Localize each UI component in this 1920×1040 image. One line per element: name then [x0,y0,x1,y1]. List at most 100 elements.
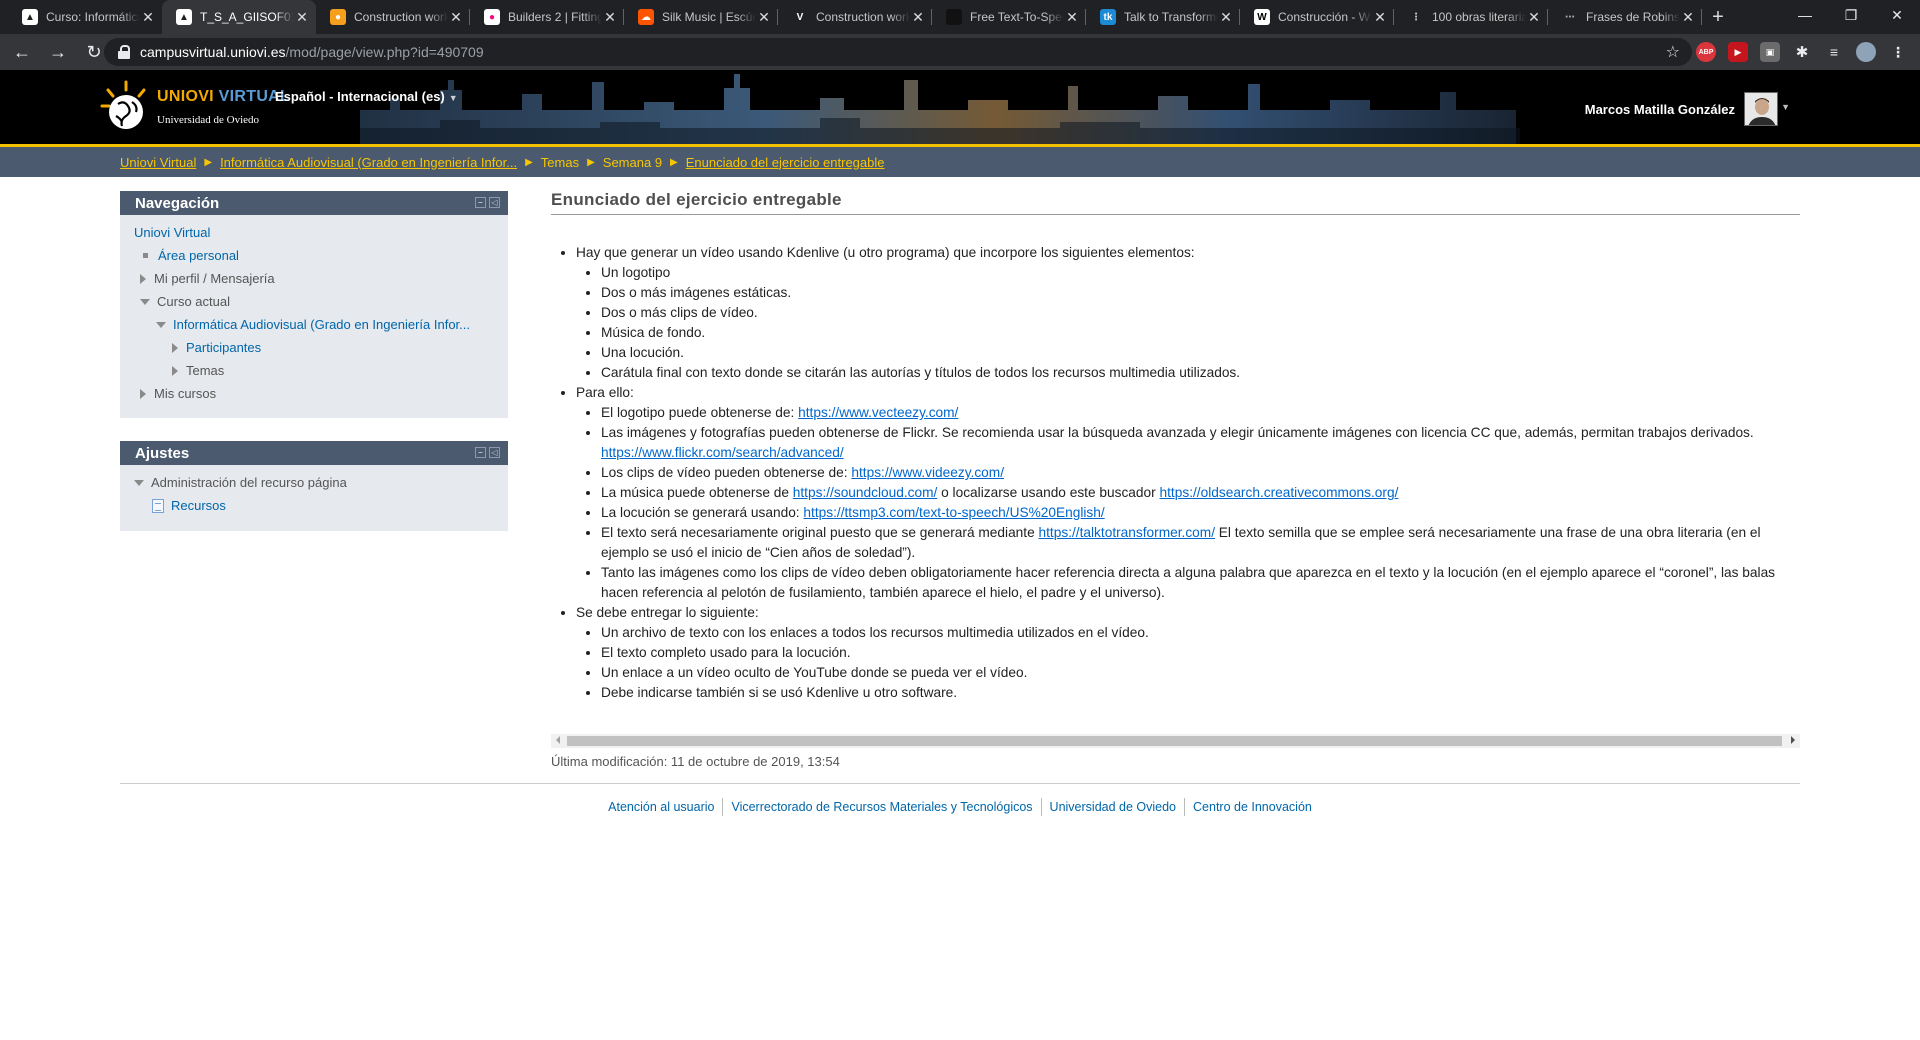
collapse-arrow-icon[interactable] [156,321,166,328]
close-tab-icon[interactable]: ✕ [756,9,772,25]
extension-red-icon[interactable]: ▶ [1728,42,1748,62]
ttsmp3-link[interactable]: https://ttsmp3.com/text-to-speech/US%20E… [803,505,1104,520]
collapse-block-icon[interactable]: ◁ [489,197,500,208]
footer-link[interactable]: Vicerrectorado de Recursos Materiales y … [722,798,1040,816]
close-tab-icon[interactable]: ✕ [140,9,156,25]
close-tab-icon[interactable]: ✕ [294,9,310,25]
nav-item-topics[interactable]: Temas [134,359,508,382]
scrollbar-thumb[interactable] [567,736,1782,746]
minimize-icon[interactable]: — [1782,0,1828,30]
lock-icon[interactable] [118,45,130,59]
footer-link[interactable]: Centro de Innovación [1184,798,1320,816]
footer-link[interactable]: Universidad de Oviedo [1040,798,1184,816]
nav-current-course-label: Curso actual [157,294,230,309]
close-window-icon[interactable]: ✕ [1874,0,1920,30]
browser-tab[interactable]: W Construcción - Wikipedia✕ [1240,0,1394,34]
nav-item-course[interactable]: Informática Audiovisual (Grado en Ingeni… [134,313,508,336]
user-menu-caret-icon[interactable]: ▼ [1781,102,1790,112]
new-tab-button[interactable]: + [1702,0,1734,34]
user-avatar[interactable] [1744,92,1778,126]
breadcrumb-topics[interactable]: Temas [541,155,579,170]
collapse-block-icon[interactable]: ◁ [489,447,500,458]
bookmark-star-icon[interactable]: ☆ [1666,42,1680,62]
adblock-icon[interactable]: ABP [1696,42,1716,62]
deliver-text: Se debe entregar lo siguiente: [576,605,759,620]
expand-arrow-icon[interactable] [140,273,146,284]
nav-item-participants[interactable]: Participantes [134,336,508,359]
nav-root-label[interactable]: Uniovi Virtual [134,225,210,240]
browser-tab[interactable]: V Construction workers✕ [778,0,932,34]
user-name[interactable]: Marcos Matilla González [1585,102,1735,117]
dock-block-icon[interactable]: – [475,447,486,458]
close-tab-icon[interactable]: ✕ [602,9,618,25]
breadcrumb-home[interactable]: Uniovi Virtual [120,155,196,170]
settings-resources-label[interactable]: Recursos [171,498,226,513]
browser-tab[interactable]: ⋮ 100 obras literarias ✕ [1394,0,1548,34]
address-bar[interactable]: campusvirtual.uniovi.es/mod/page/view.ph… [104,38,1692,66]
browser-tab[interactable]: ☁ Silk Music | Escúchalo✕ [624,0,778,34]
expand-arrow-icon[interactable] [172,365,178,376]
nav-item-my-courses[interactable]: Mis cursos [134,382,508,405]
browser-tab[interactable]: Free Text-To-Speech✕ [932,0,1086,34]
breadcrumb-week[interactable]: Semana 9 [603,155,662,170]
browser-tab[interactable]: ▲ T_S_A_GIISOF01-1✕ [162,0,316,34]
expand-arrow-icon[interactable] [140,388,146,399]
soundcloud-link[interactable]: https://soundcloud.com/ [793,485,938,500]
browser-tab[interactable]: tk Talk to Transformer ✕ [1086,0,1240,34]
expand-arrow-icon[interactable] [172,342,178,353]
nav-item-root[interactable]: Uniovi Virtual [134,221,508,244]
browser-tab[interactable]: ● Builders 2 | Fitting ✕ [470,0,624,34]
page-resource-icon [152,498,164,513]
browser-tab[interactable]: ● Construction workers✕ [316,0,470,34]
list-item: Para ello: El logotipo puede obtenerse d… [576,383,1800,603]
close-tab-icon[interactable]: ✕ [1218,9,1234,25]
close-tab-icon[interactable]: ✕ [1372,9,1388,25]
list-item: Los clips de vídeo pueden obtenerse de: … [601,463,1800,483]
close-tab-icon[interactable]: ✕ [448,9,464,25]
flickr-link[interactable]: https://www.flickr.com/search/advanced/ [601,445,844,460]
extensions-puzzle-icon[interactable]: ✱ [1792,42,1812,62]
restore-icon[interactable]: ❐ [1828,0,1874,30]
breadcrumb-course[interactable]: Informática Audiovisual (Grado en Ingeni… [220,155,517,170]
close-tab-icon[interactable]: ✕ [1680,9,1696,25]
list-item: Dos o más clips de vídeo. [601,303,1800,323]
forward-icon[interactable]: → [44,38,72,66]
browser-tab[interactable]: ⋯ Frases de Robinson✕ [1548,0,1702,34]
extension-gray-icon[interactable]: ▣ [1760,42,1780,62]
language-selector[interactable]: Español - Internacional (es) ▼ [275,89,458,104]
close-tab-icon[interactable]: ✕ [1526,9,1542,25]
profile-avatar-icon[interactable] [1856,42,1876,62]
collapse-arrow-icon[interactable] [140,298,150,305]
creativecommons-link[interactable]: https://oldsearch.creativecommons.org/ [1160,485,1399,500]
collapse-arrow-icon[interactable] [134,479,144,486]
scroll-right-icon[interactable] [1791,736,1795,744]
uniovi-logo-icon[interactable] [98,78,154,134]
close-tab-icon[interactable]: ✕ [910,9,926,25]
vecteezy-link[interactable]: https://www.vecteezy.com/ [798,405,958,420]
browser-tab[interactable]: ▲ Curso: Informática Audiovisual✕ [8,0,162,34]
talktotransformer-link[interactable]: https://talktotransformer.com/ [1039,525,1215,540]
tab-title: Curso: Informática Audiovisual [46,10,140,24]
close-tab-icon[interactable]: ✕ [1064,9,1080,25]
tab-title: T_S_A_GIISOF01-1 [200,10,294,24]
nav-item-area[interactable]: Área personal [134,244,508,267]
nav-area-label[interactable]: Área personal [158,248,239,263]
footer-link[interactable]: Atención al usuario [600,798,722,816]
scroll-left-icon[interactable] [556,736,560,744]
nav-course-label[interactable]: Informática Audiovisual (Grado en Ingeni… [173,317,470,332]
wikipedia-favicon-icon: W [1254,9,1270,25]
nav-participants-label[interactable]: Participantes [186,340,261,355]
reading-list-icon[interactable]: ≡ [1824,42,1844,62]
list-item: Dos o más imágenes estáticas. [601,283,1800,303]
caret-down-icon: ▼ [448,93,458,103]
nav-item-profile[interactable]: Mi perfil / Mensajería [134,267,508,290]
back-icon[interactable]: ← [8,38,36,66]
breadcrumb-current[interactable]: Enunciado del ejercicio entregable [686,155,885,170]
dock-block-icon[interactable]: – [475,197,486,208]
settings-item-resources[interactable]: Recursos [134,494,508,517]
nav-item-current-course[interactable]: Curso actual [134,290,508,313]
horizontal-scrollbar[interactable] [551,734,1800,748]
browser-menu-icon[interactable]: ⋮ [1888,42,1908,62]
videezy-link[interactable]: https://www.videezy.com/ [851,465,1004,480]
settings-item-admin[interactable]: Administración del recurso página [134,471,508,494]
